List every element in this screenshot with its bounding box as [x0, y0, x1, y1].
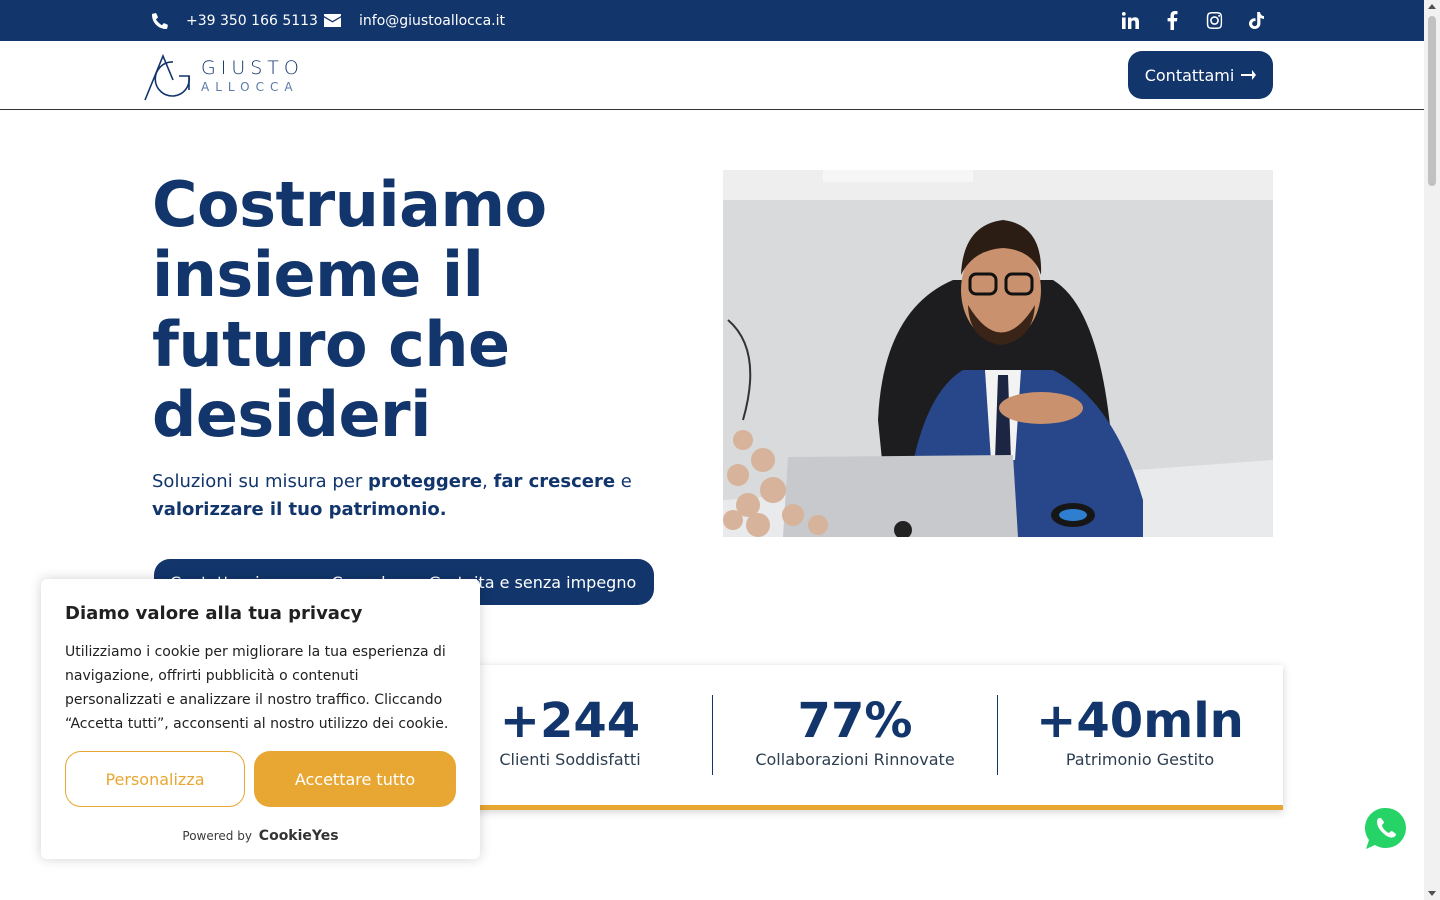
arrow-right-icon [1241, 70, 1257, 80]
facebook-icon[interactable] [1162, 11, 1182, 31]
stat-label: Collaborazioni Rinnovate [755, 749, 955, 769]
hero-subtitle-bold-1: proteggere [368, 471, 483, 492]
whatsapp-button[interactable] [1364, 806, 1408, 852]
stat-value: 77% [797, 693, 913, 749]
linkedin-icon[interactable] [1120, 11, 1140, 31]
scroll-down-icon[interactable] [1428, 891, 1436, 896]
contact-button[interactable]: Contattami [1128, 51, 1273, 99]
advisor-photo-illustration [723, 170, 1273, 537]
envelope-icon [324, 14, 341, 27]
logo[interactable]: GIUSTO ALLOCCA [143, 49, 318, 103]
scroll-up-icon[interactable] [1428, 4, 1436, 9]
accept-all-button[interactable]: Accettare tutto [254, 751, 456, 807]
contact-button-label: Contattami [1144, 65, 1235, 85]
logo-line1: GIUSTO [201, 57, 304, 79]
stat-assets: +40mln Patrimonio Gestito [1020, 695, 1260, 775]
stat-label: Patrimonio Gestito [1065, 749, 1215, 769]
stat-label: Clienti Soddisfatti [499, 749, 641, 769]
email-contact[interactable]: info@giustoallocca.it [324, 0, 505, 41]
hero-subtitle-bold-3: valorizzare il tuo patrimonio. [152, 499, 447, 520]
hero-photo [723, 170, 1273, 537]
whatsapp-icon [1364, 807, 1406, 849]
email-address[interactable]: info@giustoallocca.it [359, 13, 505, 29]
cookie-title: Diamo valore alla tua privacy [65, 603, 363, 624]
site-header: GIUSTO ALLOCCA Contattami [0, 41, 1424, 110]
stat-value: +40mln [1036, 693, 1244, 749]
hero-subtitle-prefix: Soluzioni su misura per [152, 471, 369, 492]
customize-button[interactable]: Personalizza [65, 751, 245, 807]
hero-subtitle-bold-2: far crescere [493, 471, 616, 492]
phone-contact[interactable]: +39 350 166 5113 [152, 0, 318, 41]
hero-subtitle-sep: , [482, 471, 494, 492]
tiktok-icon[interactable] [1246, 11, 1266, 31]
instagram-icon[interactable] [1204, 11, 1224, 31]
stat-collaborations: 77% Collaborazioni Rinnovate [740, 695, 970, 775]
hero-subtitle: Soluzioni su misura per proteggere, far … [152, 468, 672, 524]
scrollbar-thumb[interactable] [1428, 16, 1436, 186]
phone-icon [152, 12, 168, 29]
stat-value: +244 [499, 693, 641, 749]
stats-divider [997, 695, 998, 775]
social-links [1120, 0, 1266, 41]
top-bar: +39 350 166 5113 info@giustoallocca.it [0, 0, 1424, 41]
page-scrollbar[interactable] [1424, 0, 1440, 900]
logo-line2: ALLOCCA [201, 80, 299, 94]
logo-text: GIUSTO ALLOCCA [201, 57, 304, 94]
cookie-text: Utilizziamo i cookie per migliorare la t… [65, 644, 449, 732]
stats-divider [712, 695, 713, 775]
logo-mark-icon [144, 53, 191, 101]
hero-subtitle-mid: e [615, 471, 632, 492]
hero-title: Costruiamo insieme il futuro che desider… [152, 168, 547, 451]
powered-by: Powered by CookieYes [41, 828, 480, 844]
cookieyes-logo[interactable]: CookieYes [259, 828, 339, 844]
cookie-consent-banner: Diamo valore alla tua privacy Utilizziam… [41, 579, 480, 859]
cookie-buttons: Personalizza Accettare tutto [65, 751, 456, 807]
stats-panel: +244 Clienti Soddisfatti 77% Collaborazi… [430, 665, 1283, 810]
phone-number[interactable]: +39 350 166 5113 [186, 13, 318, 29]
powered-by-label: Powered by [182, 829, 252, 843]
stat-clients: +244 Clienti Soddisfatti [480, 695, 660, 775]
